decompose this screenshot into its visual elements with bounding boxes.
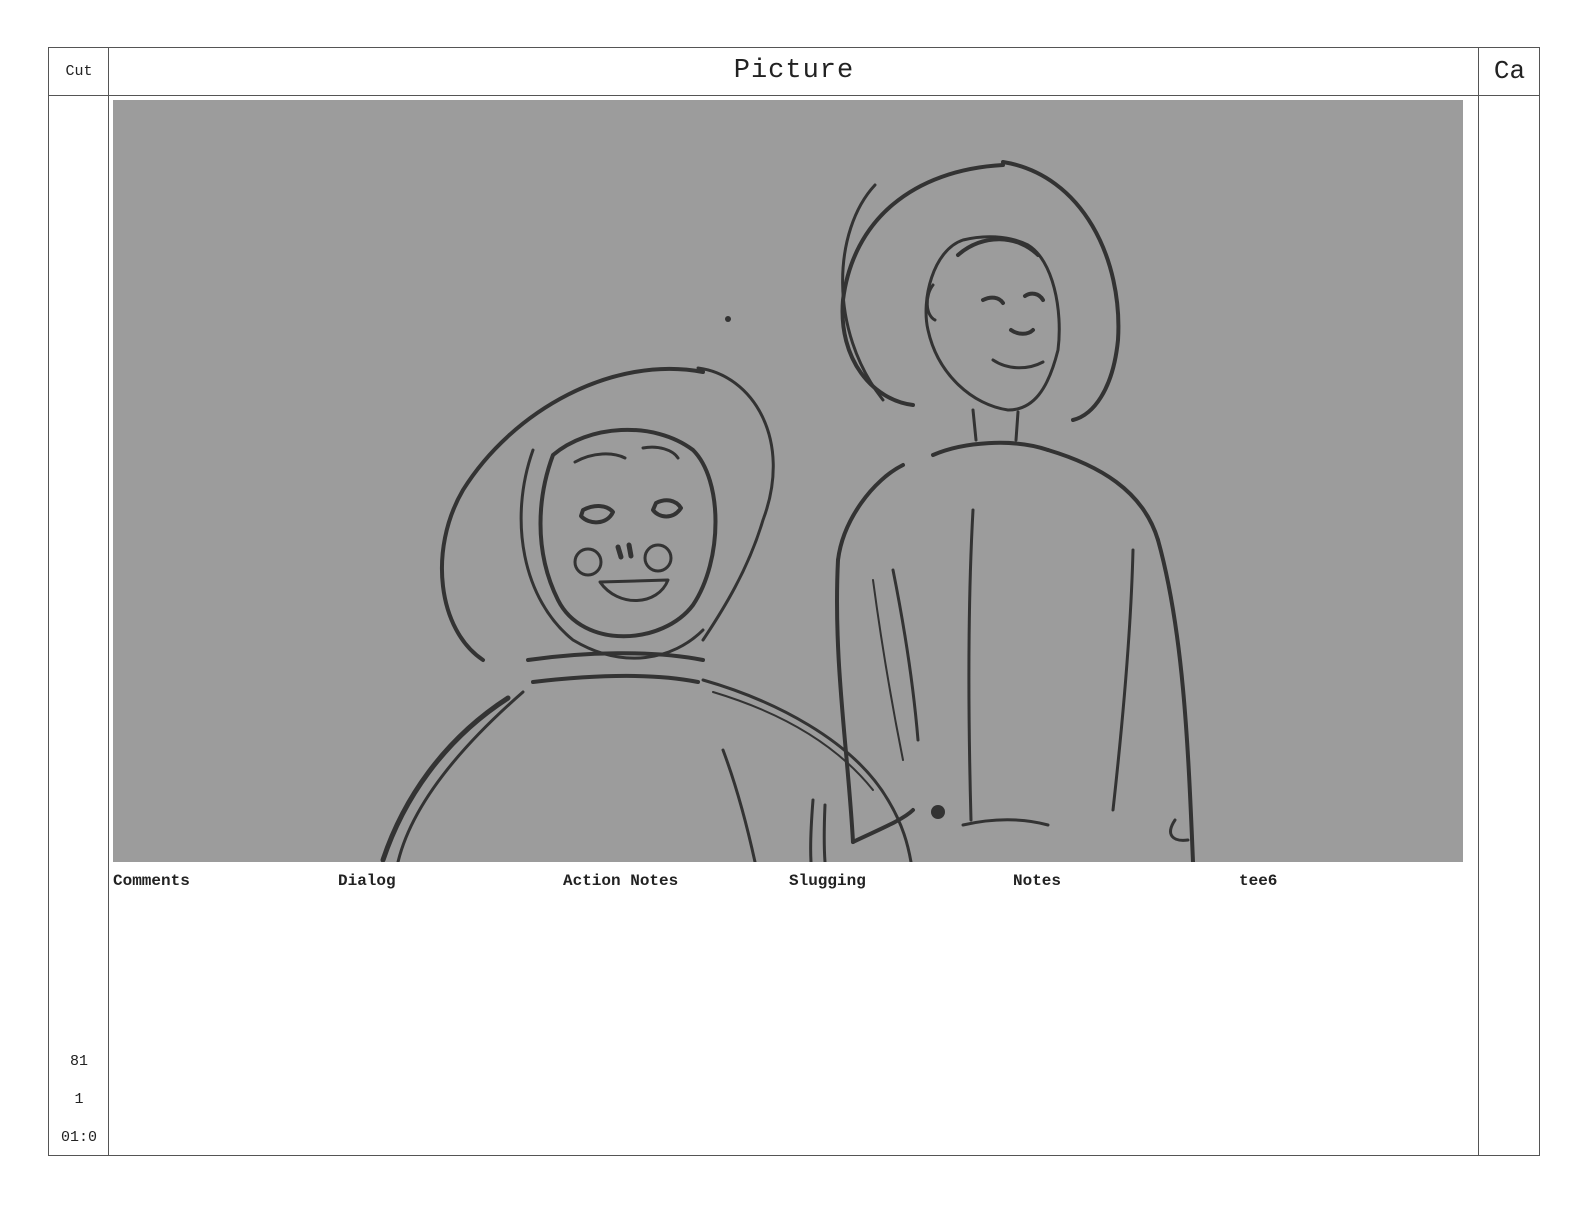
cut-column-divider bbox=[108, 47, 109, 1156]
camera-header: Ca bbox=[1493, 56, 1526, 86]
small-astronaut-sketch bbox=[380, 366, 913, 862]
notes-label: Notes bbox=[1013, 872, 1062, 890]
picture-header: Picture bbox=[733, 56, 855, 86]
tall-astronaut-sketch bbox=[725, 160, 1195, 862]
action-notes-label: Action Notes bbox=[563, 872, 679, 890]
header-divider bbox=[48, 95, 1540, 96]
panel-timing: 01:0 bbox=[60, 1129, 97, 1146]
sketch-drawing bbox=[380, 160, 1195, 862]
comments-label: Comments bbox=[113, 872, 190, 890]
slugging-label: Slugging bbox=[789, 872, 866, 890]
cut-header: Cut bbox=[65, 62, 93, 80]
dialog-label: Dialog bbox=[338, 872, 396, 890]
custom-field-label: tee6 bbox=[1239, 872, 1278, 890]
sketch-panel bbox=[113, 100, 1463, 862]
camera-column-divider bbox=[1478, 47, 1479, 1156]
panel-number: 1 bbox=[74, 1091, 84, 1108]
scene-number: 81 bbox=[69, 1053, 88, 1070]
